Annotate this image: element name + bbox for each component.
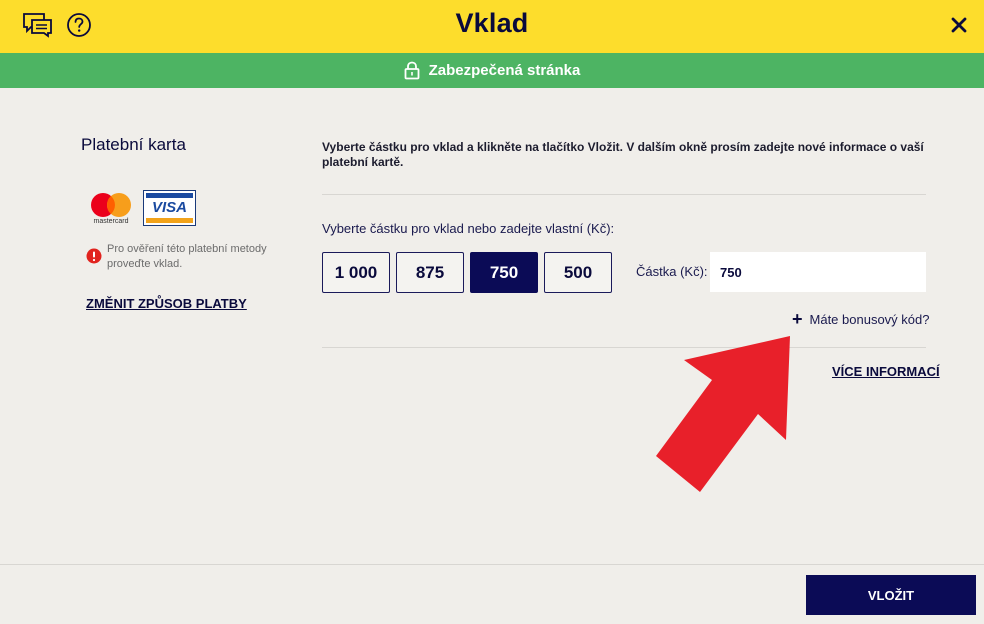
secure-page-label: Zabezpečená stránka [428,62,581,79]
secure-page-bar: Zabezpečená stránka [0,53,984,88]
amount-label: Částka (Kč): [636,264,708,279]
top-bar: Vklad [0,0,984,53]
visa-logo: VISA [143,190,196,226]
page-title: Vklad [455,8,529,38]
amount-input[interactable] [710,252,926,292]
deposit-submit-button[interactable]: VLOŽIT [806,575,976,615]
visa-wordmark: VISA [151,199,187,216]
mastercard-wordmark: mastercard [93,218,129,225]
amount-option-875[interactable]: 875 [396,252,464,293]
payment-method-title: Platební karta [81,135,186,154]
red-arrow-annotation-icon [656,336,790,492]
mastercard-logo: mastercard [86,189,136,227]
padlock-icon [404,61,420,80]
deposit-instructions: Vyberte částku pro vklad a klikněte na t… [322,140,924,169]
bonus-code-toggle[interactable]: + Máte bonusový kód? [792,309,930,329]
footer-divider [0,564,984,565]
visa-logo-gold-band [146,218,193,223]
verification-warning: Pro ověření této platební metody proveďt… [107,243,267,270]
plus-icon: + [792,309,803,329]
amount-option-750[interactable]: 750 [470,252,538,293]
visa-logo-blue-band [146,193,193,198]
change-payment-method-link[interactable]: ZMĚNIT ZPŮSOB PLATBY [86,296,247,311]
more-info-link[interactable]: VÍCE INFORMACÍ [832,364,940,379]
divider [322,194,926,195]
divider [322,347,926,348]
close-icon[interactable] [948,14,970,36]
amount-prompt: Vyberte částku pro vklad nebo zadejte vl… [322,221,615,236]
exclamation-circle-icon [86,248,102,264]
bonus-code-label: Máte bonusový kód? [809,311,930,327]
amount-option-1000[interactable]: 1 000 [322,252,390,293]
amount-option-500[interactable]: 500 [544,252,612,293]
